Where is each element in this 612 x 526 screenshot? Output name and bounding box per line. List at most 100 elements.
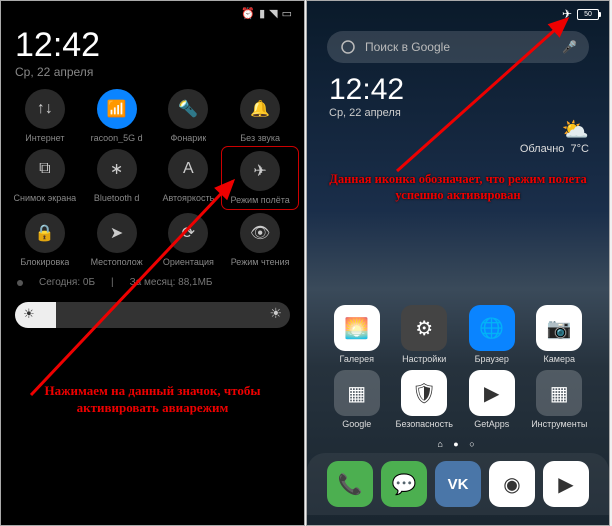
security-app-icon: 🛡	[401, 370, 447, 416]
tile-label: Без звука	[240, 133, 280, 143]
home-apps: 🌅 Галерея ⚙ Настройки 🌐 Браузер 📷 Камера ▦ Googl…	[307, 305, 609, 525]
chrome-app-icon: ◉	[489, 461, 535, 507]
vk-app-icon: VK	[435, 461, 481, 507]
brightness-slider[interactable]	[15, 302, 290, 328]
app-label: Инструменты	[531, 419, 587, 429]
tile-label: Фонарик	[170, 133, 206, 143]
tile-label: Режим полёта	[231, 195, 290, 205]
tile-label: Блокировка	[20, 257, 69, 267]
gallery-app[interactable]: 🌅 Галерея	[328, 305, 386, 364]
internet-tile[interactable]: ↑↓ Интернет	[9, 89, 81, 143]
quick-settings-grid: ↑↓ Интернет 📶 racoon_5G d 🔦 Фонарик 🔔 Без звука…	[1, 79, 304, 273]
vk-app[interactable]: VK	[431, 461, 485, 507]
phone-app[interactable]: 📞	[323, 461, 377, 507]
statusbar: ✈ 50	[307, 1, 609, 27]
play-app[interactable]: ▶	[539, 461, 593, 507]
page-dots[interactable]: ⌂ ● ○	[307, 435, 609, 453]
flashlight-tile[interactable]: 🔦 Фонарик	[153, 89, 225, 143]
browser-app-icon: 🌐	[469, 305, 515, 351]
search-placeholder: Поиск в Google	[365, 40, 554, 54]
mute-icon: 🔔	[240, 89, 280, 129]
getapps-app[interactable]: ▶ GetApps	[463, 370, 521, 429]
settings-app-icon: ⚙	[401, 305, 447, 351]
screenshot-tile[interactable]: ⧉ Снимок экрана	[9, 149, 81, 207]
clock-widget[interactable]: 12:42 Ср, 22 апреля	[307, 63, 609, 125]
phone-screenshot-left: ⏰ ▮ ◥ ▭ 12:42 Ср, 22 апреля ↑↓ Интернет 📶 r…	[0, 0, 305, 526]
weather-widget[interactable]: ⛅ Облачно 7°C	[520, 117, 589, 155]
tile-label: Автояркость	[162, 193, 214, 203]
statusbar: ⏰ ▮ ◥ ▭	[1, 1, 304, 26]
weather-icon: ⛅	[520, 117, 589, 143]
app-label: GetApps	[474, 419, 509, 429]
clock-date: Ср, 22 апреля	[15, 65, 290, 79]
airplane-mode-tile[interactable]: ✈ Режим полёта	[224, 149, 296, 207]
battery-icon: 50	[577, 9, 599, 20]
tile-label: Режим чтения	[231, 257, 290, 267]
location-icon: ➤	[97, 213, 137, 253]
lock-tile[interactable]: 🔒 Блокировка	[9, 213, 81, 267]
camera-app[interactable]: 📷 Камера	[530, 305, 588, 364]
messages-app[interactable]: 💬	[377, 461, 431, 507]
phone-screenshot-right: ✈ 50 Поиск в Google 🎤 12:42 Ср, 22 апрел…	[306, 0, 610, 526]
internet-icon: ↑↓	[25, 89, 65, 129]
location-tile[interactable]: ➤ Местополож	[81, 213, 153, 267]
tile-label: Bluetooth d	[94, 193, 140, 203]
data-today: Сегодня: 0Б	[39, 277, 95, 288]
getapps-app-icon: ▶	[469, 370, 515, 416]
clock: 12:42 Ср, 22 апреля	[1, 26, 304, 79]
battery-icon: ▭	[282, 7, 292, 20]
app-label: Браузер	[475, 354, 509, 364]
wifi-icon: 📶	[97, 89, 137, 129]
data-usage[interactable]: Сегодня: 0Б | За месяц: 88,1МБ	[1, 273, 304, 292]
google-g-icon	[339, 38, 357, 56]
lock-icon: 🔒	[25, 213, 65, 253]
airplane-mode-icon: ✈	[240, 151, 280, 191]
alarm-icon: ⏰	[241, 7, 255, 20]
flashlight-icon: 🔦	[168, 89, 208, 129]
annotation-caption: Данная иконка обозначает, что режим поле…	[313, 171, 603, 204]
wifi-tile[interactable]: 📶 racoon_5G d	[81, 89, 153, 143]
tile-label: Снимок экрана	[14, 193, 77, 203]
tile-label: Ориентация	[163, 257, 214, 267]
orientation-tile[interactable]: ⟳ Ориентация	[153, 213, 225, 267]
app-label: Google	[342, 419, 371, 429]
clock-time: 12:42	[329, 73, 587, 107]
app-label: Галерея	[339, 354, 374, 364]
bluetooth-tile[interactable]: ∗ Bluetooth d	[81, 149, 153, 207]
app-label: Настройки	[402, 354, 446, 364]
camera-app-icon: 📷	[536, 305, 582, 351]
screenshot-icon: ⧉	[25, 149, 65, 189]
browser-app[interactable]: 🌐 Браузер	[463, 305, 521, 364]
tools-folder-icon: ▦	[536, 370, 582, 416]
data-month: За месяц: 88,1МБ	[130, 277, 213, 288]
reading-mode-tile[interactable]: 👁 Режим чтения	[224, 213, 296, 267]
app-label: Камера	[544, 354, 575, 364]
settings-app[interactable]: ⚙ Настройки	[395, 305, 453, 364]
messages-app-icon: 💬	[381, 461, 427, 507]
tools-folder[interactable]: ▦ Инструменты	[530, 370, 588, 429]
airplane-status-icon: ✈	[562, 7, 572, 21]
autobright-icon: A	[168, 149, 208, 189]
autobright-tile[interactable]: A Автояркость	[153, 149, 225, 207]
app-label: Безопасность	[396, 419, 453, 429]
google-folder[interactable]: ▦ Google	[328, 370, 386, 429]
gallery-app-icon: 🌅	[334, 305, 380, 351]
phone-app-icon: 📞	[327, 461, 373, 507]
tile-label: racoon_5G d	[91, 133, 143, 143]
tile-label: Местополож	[91, 257, 143, 267]
orientation-icon: ⟳	[168, 213, 208, 253]
clock-time: 12:42	[15, 26, 290, 65]
security-app[interactable]: 🛡 Безопасность	[395, 370, 453, 429]
bluetooth-icon: ∗	[97, 149, 137, 189]
chrome-app[interactable]: ◉	[485, 461, 539, 507]
mic-icon[interactable]: 🎤	[562, 40, 577, 54]
wifi-status-icon: ◥	[269, 7, 277, 20]
google-search-bar[interactable]: Поиск в Google 🎤	[327, 31, 589, 63]
google-folder-icon: ▦	[334, 370, 380, 416]
reading-mode-icon: 👁	[240, 213, 280, 253]
tile-label: Интернет	[25, 133, 64, 143]
play-app-icon: ▶	[543, 461, 589, 507]
mute-tile[interactable]: 🔔 Без звука	[224, 89, 296, 143]
annotation-caption: Нажимаем на данный значок, чтобы активир…	[5, 383, 300, 417]
signal-icon: ▮	[259, 7, 265, 20]
